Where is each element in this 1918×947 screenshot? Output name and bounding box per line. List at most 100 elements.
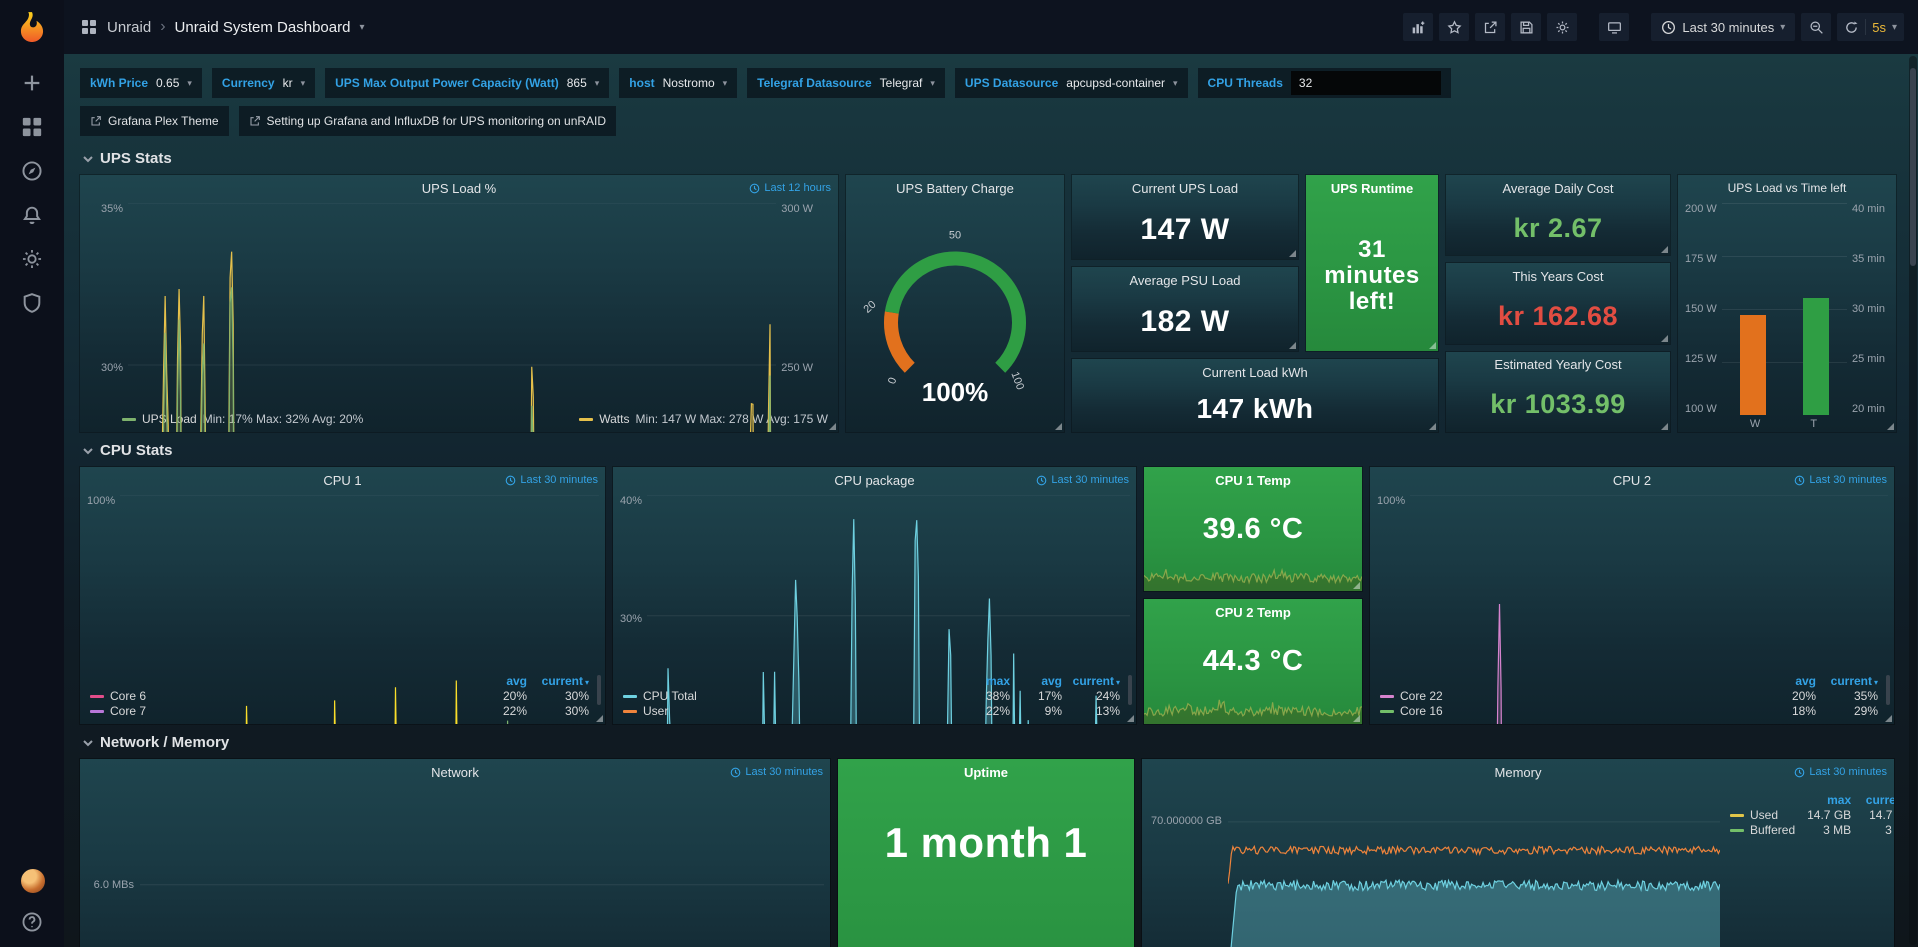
time-override[interactable]: Last 30 minutes [505,467,598,493]
panel-title[interactable]: Average Daily Cost [1502,181,1613,196]
scrollbar-thumb[interactable] [1910,68,1916,266]
link-grafana-plex-theme[interactable]: Grafana Plex Theme [80,106,229,136]
variable-ups-max-output[interactable]: UPS Max Output Power Capacity (Watt) 865… [325,68,609,98]
panel-title[interactable]: Current Load kWh [1202,365,1308,380]
row-header-network-memory[interactable]: Network / Memory [82,734,1896,751]
refresh-caret-icon[interactable]: ▾ [1892,22,1897,33]
legend-col-current[interactable]: current [1851,793,1894,807]
variable-telegraf-datasource[interactable]: Telegraf Datasource Telegraf ▾ [747,68,945,98]
ups-vs-time-chart[interactable] [1722,203,1847,415]
panel-title[interactable]: Uptime [964,765,1008,780]
apps-grid-icon[interactable] [80,18,98,36]
share-button[interactable] [1475,13,1505,41]
variable-label: kWh Price [90,76,148,90]
variable-value[interactable]: 0.65 [156,76,179,90]
time-override[interactable]: Last 12 hours [749,175,831,201]
panel-title[interactable]: Current UPS Load [1132,181,1238,196]
zoom-out-button[interactable] [1801,13,1831,41]
create-icon[interactable] [21,72,43,94]
cycle-view-button[interactable] [1599,13,1629,41]
row-header-cpu-stats[interactable]: CPU Stats [82,442,1896,459]
help-icon[interactable] [21,911,43,933]
legend-col-current[interactable]: current [527,674,589,688]
panel-estimated-yearly-cost: Estimated Yearly Cost kr 1033.99 [1446,352,1670,432]
alerting-icon[interactable] [21,204,43,226]
legend-series[interactable]: Core 7 [90,704,471,718]
refresh-interval[interactable]: 5s [1872,20,1886,35]
user-avatar[interactable] [21,869,43,891]
legend-col-avg[interactable]: avg [1760,674,1816,688]
panel-current-ups-load: Current UPS Load 147 W [1072,175,1298,259]
legend-series[interactable]: Core 16 [1380,704,1760,718]
chevron-down-icon: ▾ [301,78,306,89]
time-override[interactable]: Last 30 minutes [1794,467,1887,493]
dashboards-icon[interactable] [21,116,43,138]
legend-series[interactable]: Core 6 [90,689,471,703]
panel-title[interactable]: UPS Load % [422,181,496,196]
page-scrollbar[interactable] [1909,56,1917,945]
legend-col-avg[interactable]: avg [1010,674,1062,688]
refresh-button[interactable]: 5s ▾ [1837,13,1904,41]
save-button[interactable] [1511,13,1541,41]
panel-title[interactable]: Network [431,765,479,780]
legend-scrollbar[interactable] [597,675,601,705]
dashboard-settings-button[interactable] [1547,13,1577,41]
cpu-threads-input[interactable] [1291,71,1441,95]
legend-col-avg[interactable]: avg [471,674,527,688]
variable-label: host [629,76,654,90]
panel-title[interactable]: Memory [1495,765,1542,780]
variable-host[interactable]: host Nostromo ▾ [619,68,737,98]
dashboard-title[interactable]: Unraid System Dashboard [175,19,351,36]
panel-title[interactable]: Estimated Yearly Cost [1494,357,1621,372]
add-panel-button[interactable] [1403,13,1433,41]
time-override[interactable]: Last 30 minutes [1794,759,1887,785]
legend-series[interactable]: Used [1730,808,1795,822]
panel-title[interactable]: UPS Battery Charge [896,181,1014,196]
variable-kwh-price[interactable]: kWh Price 0.65 ▾ [80,68,202,98]
time-override[interactable]: Last 30 minutes [730,759,823,785]
panel-title[interactable]: CPU package [834,473,914,488]
variable-value[interactable]: kr [283,76,293,90]
legend-series[interactable]: Core 22 [1380,689,1760,703]
legend-col-current[interactable]: current [1816,674,1878,688]
time-override[interactable]: Last 30 minutes [1036,467,1129,493]
variable-currency[interactable]: Currency kr ▾ [212,68,315,98]
stat-value: kr 2.67 [1513,213,1602,244]
bar-watts [1740,315,1766,415]
legend-col-max[interactable]: max [958,674,1010,688]
panel-title[interactable]: This Years Cost [1512,269,1603,284]
variable-value[interactable]: 865 [567,76,587,90]
legend-col-max[interactable]: max [1795,793,1851,807]
configuration-icon[interactable] [21,248,43,270]
legend-scrollbar[interactable] [1886,675,1890,705]
panel-title[interactable]: CPU 1 [323,473,361,488]
memory-chart[interactable] [1228,787,1720,947]
star-button[interactable] [1439,13,1469,41]
row-header-ups-stats[interactable]: UPS Stats [82,150,1896,167]
breadcrumb-folder[interactable]: Unraid [107,19,151,36]
explore-icon[interactable] [21,160,43,182]
link-ups-monitoring-guide[interactable]: Setting up Grafana and InfluxDB for UPS … [239,106,617,136]
panel-title[interactable]: UPS Load vs Time left [1728,181,1847,195]
panel-title[interactable]: CPU 2 Temp [1215,605,1291,620]
panel-title[interactable]: UPS Runtime [1331,181,1413,196]
legend-scrollbar[interactable] [1128,675,1132,705]
legend-series[interactable]: CPU Total [623,689,958,703]
variable-value[interactable]: Telegraf [880,76,923,90]
legend-col-current[interactable]: current [1062,674,1120,688]
panel-ups-battery-charge: UPS Battery Charge 02050100 100% [846,175,1064,432]
legend-series[interactable]: User [623,704,958,718]
title-caret-icon[interactable]: ▾ [359,22,364,33]
panel-title[interactable]: CPU 2 [1613,473,1651,488]
time-range-picker[interactable]: Last 30 minutes ▾ [1651,13,1795,41]
network-chart[interactable] [140,787,824,947]
variable-ups-datasource[interactable]: UPS Datasource apcupsd-container ▾ [955,68,1188,98]
grafana-logo[interactable] [15,10,49,44]
ups-load-chart[interactable] [128,203,776,432]
variable-value[interactable]: apcupsd-container [1066,76,1165,90]
legend-series[interactable]: Buffered [1730,823,1795,837]
variable-value[interactable]: Nostromo [663,76,715,90]
server-admin-icon[interactable] [21,292,43,314]
panel-title[interactable]: CPU 1 Temp [1215,473,1291,488]
panel-title[interactable]: Average PSU Load [1129,273,1240,288]
